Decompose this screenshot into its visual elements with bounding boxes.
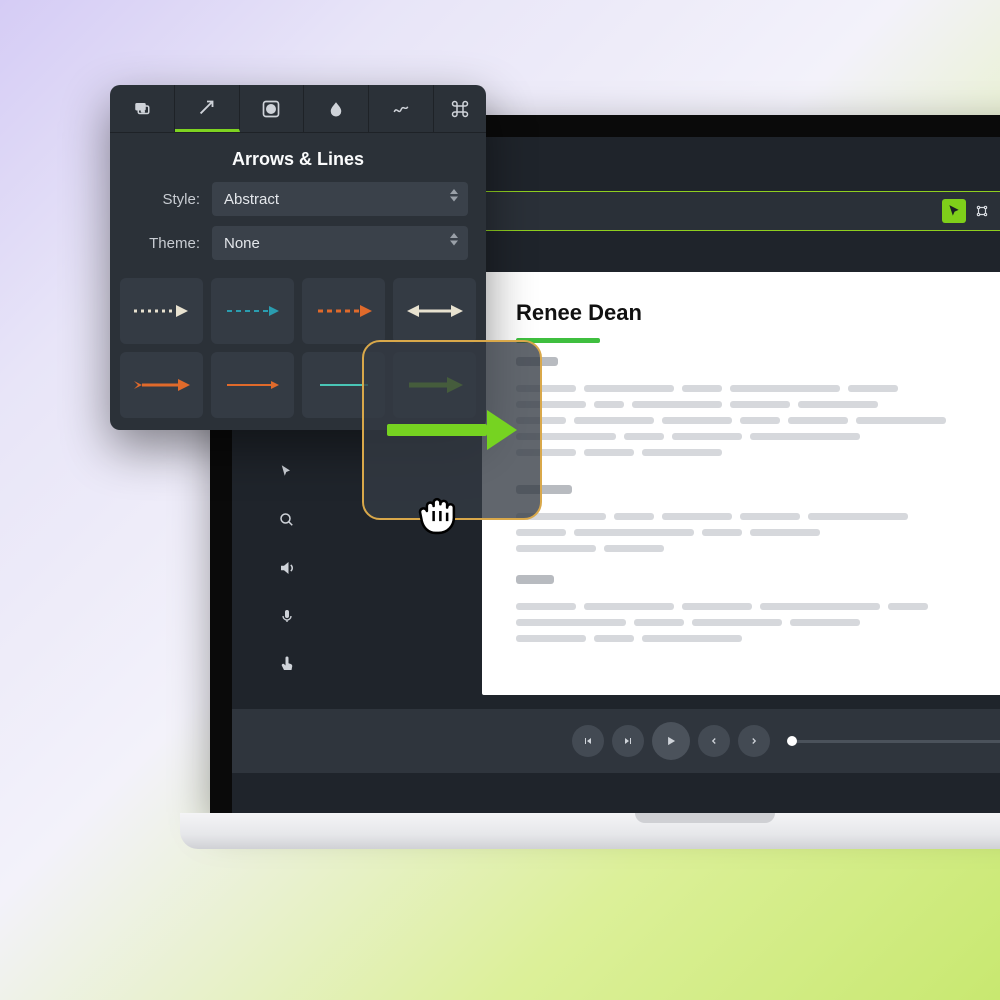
volume-icon[interactable]: [272, 553, 302, 583]
arrow-tile-dashed-orange[interactable]: [302, 278, 385, 344]
arrow-tile-thin-orange[interactable]: [211, 352, 294, 418]
grab-cursor-icon: [410, 484, 464, 538]
tab-freehand[interactable]: [369, 85, 434, 132]
tab-shortcuts[interactable]: [434, 85, 486, 132]
playhead-dot[interactable]: [787, 736, 797, 746]
play-button[interactable]: [652, 722, 690, 760]
playback-bar: [232, 709, 1000, 773]
svg-text:a: a: [141, 108, 144, 114]
tab-blur[interactable]: [304, 85, 369, 132]
frame-forward-button[interactable]: [612, 725, 644, 757]
grid-tool-button[interactable]: [970, 199, 994, 223]
document-canvas[interactable]: Renee Dean: [482, 272, 1000, 695]
playhead-track[interactable]: [792, 740, 1000, 743]
theme-label: Theme:: [128, 235, 200, 252]
theme-value: None: [224, 235, 260, 252]
arrow-tile-feather-orange[interactable]: [120, 352, 203, 418]
tab-shapes[interactable]: [240, 85, 305, 132]
prev-button[interactable]: [698, 725, 730, 757]
laptop-base: [180, 813, 1000, 849]
next-button[interactable]: [738, 725, 770, 757]
arrow-tile-dashed-teal[interactable]: [211, 278, 294, 344]
tab-arrows[interactable]: [175, 85, 240, 132]
arrow-tile-dotted-cream[interactable]: [120, 278, 203, 344]
cursor-mode-icon[interactable]: [272, 457, 302, 487]
target-icon[interactable]: [272, 505, 302, 535]
preview-arrow-head-icon: [487, 410, 517, 450]
style-label: Style:: [128, 191, 200, 208]
style-select[interactable]: Abstract: [212, 182, 468, 216]
panel-tab-bar: a: [110, 85, 486, 133]
frame-back-button[interactable]: [572, 725, 604, 757]
laptop-notch: [635, 813, 775, 823]
left-toolbar: [264, 457, 310, 679]
panel-form: Style: Abstract Theme: None: [110, 182, 486, 270]
tab-callout[interactable]: a: [110, 85, 175, 132]
cursor-tool-button[interactable]: [942, 199, 966, 223]
arrow-tile-double-cream[interactable]: [393, 278, 476, 344]
touch-icon[interactable]: [272, 649, 302, 679]
style-value: Abstract: [224, 191, 279, 208]
microphone-icon[interactable]: [272, 601, 302, 631]
panel-title: Arrows & Lines: [110, 133, 486, 182]
theme-select[interactable]: None: [212, 226, 468, 260]
preview-arrow-shaft-icon: [387, 424, 487, 436]
document-title: Renee Dean: [516, 300, 1000, 326]
